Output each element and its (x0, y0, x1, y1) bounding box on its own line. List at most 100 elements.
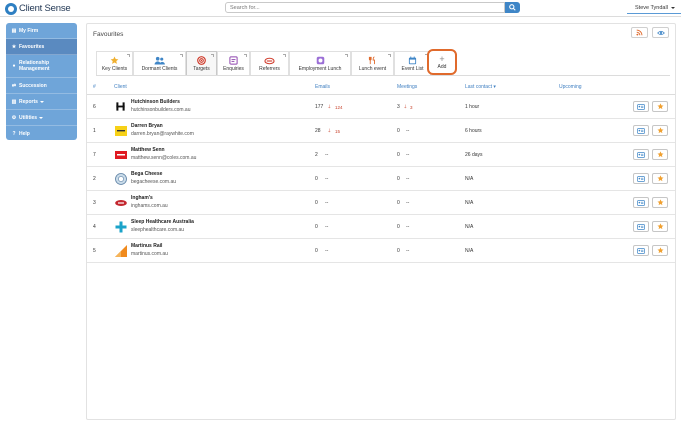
tab-divider (96, 75, 670, 76)
tab-label: Lunch event (358, 66, 387, 72)
handshake-icon (264, 56, 275, 65)
app-logo[interactable]: Client Sense (5, 2, 71, 15)
favourite-button[interactable] (652, 101, 668, 112)
sidebar-item-my-firm[interactable]: ▤ My Firm (6, 23, 77, 39)
calendar-icon (408, 56, 417, 65)
client-name[interactable]: Ingham's (131, 195, 153, 201)
meeting-count: 3 (397, 104, 400, 110)
external-link-icon (244, 54, 247, 57)
tab-lunch-event[interactable]: Lunch event (351, 51, 394, 75)
client-name[interactable]: Bega Cheese (131, 171, 162, 177)
rss-icon (636, 29, 643, 36)
favourite-button[interactable] (652, 245, 668, 256)
table-row[interactable]: 6 Hutchinson Builders hutchinsonbuilders… (87, 95, 675, 119)
tab-targets[interactable]: Targets (186, 51, 217, 75)
sidebar-item-utilities[interactable]: ⚙ Utilities (6, 110, 77, 126)
favourite-button[interactable] (652, 221, 668, 232)
rss-button[interactable] (631, 27, 648, 38)
last-contact: 6 hours (465, 128, 482, 134)
tab-key-clients[interactable]: Key Clients (96, 51, 133, 75)
page-title: Favourites (93, 31, 124, 38)
contact-card-button[interactable] (633, 125, 649, 136)
user-name: Steve Tyndall (635, 5, 668, 11)
sidebar-item-relationship-management[interactable]: ● Relationship Management (6, 55, 77, 78)
meeting-delta: 3 (410, 104, 413, 110)
meeting-count: 0 (397, 248, 400, 254)
client-name[interactable]: Martinus Rail (131, 243, 162, 249)
sidebar-item-reports[interactable]: ▥ Reports (6, 94, 77, 110)
column-header-emails[interactable]: Emails (315, 84, 330, 90)
column-header-client[interactable]: Client (114, 84, 127, 90)
table-row[interactable]: 1 Darren Bryan darren.bryan@raywhite.com… (87, 119, 675, 143)
sidebar-item-favourites[interactable]: ★ Favourites (6, 39, 77, 55)
user-menu[interactable]: Steve Tyndall (627, 3, 681, 14)
tab-employment-lunch[interactable]: Employment Lunch (289, 51, 351, 75)
client-domain: matthew.senn@coles.com.au (131, 155, 197, 161)
client-domain: hutchinsonbuilders.com.au (131, 107, 191, 113)
contact-card-button[interactable] (633, 197, 649, 208)
table-row[interactable]: 2 Bega Cheese begacheese.com.au 0 -- 0 -… (87, 167, 675, 191)
arrow-down-icon: 🡓 (328, 104, 331, 110)
favourite-button[interactable] (652, 149, 668, 160)
client-domain: begacheese.com.au (131, 179, 177, 185)
email-delta: 124 (335, 104, 343, 110)
email-count: 28 (315, 128, 321, 134)
client-domain: darren.bryan@raywhite.com (131, 131, 194, 137)
contact-card-button[interactable] (633, 101, 649, 112)
contact-card-button[interactable] (633, 245, 649, 256)
table-row[interactable]: 5 Martinus Rail martinus.com.au 0 -- 0 -… (87, 239, 675, 263)
last-contact: N/A (465, 200, 474, 206)
search-icon (509, 4, 516, 11)
add-tab-button[interactable]: + Add (427, 49, 457, 75)
client-name[interactable]: Sleep Healthcare Australia (131, 219, 194, 225)
search-input[interactable] (225, 2, 505, 13)
view-button[interactable] (652, 27, 669, 38)
external-link-icon (345, 54, 348, 57)
arrow-down-icon: 🡓 (328, 128, 331, 134)
sidebar-item-succession[interactable]: ⇄ Succession (6, 78, 77, 94)
column-header-upcoming[interactable]: Upcoming (559, 84, 582, 90)
star-icon (656, 247, 664, 254)
contact-card-button[interactable] (633, 173, 649, 184)
tab-event-list[interactable]: Event List (394, 51, 431, 75)
logo-icon (5, 2, 17, 15)
favourite-button[interactable] (652, 197, 668, 208)
contact-card-button[interactable] (633, 149, 649, 160)
favourite-button[interactable] (652, 173, 668, 184)
tab-label: Enquiries (223, 66, 244, 72)
contact-card-icon (637, 127, 645, 134)
email-count: 177 (315, 104, 324, 110)
column-header-last-contact[interactable]: Last contact ▾ (465, 84, 496, 90)
meeting-count: 0 (397, 200, 400, 206)
column-header-number: # (93, 84, 96, 90)
sidebar-item-help[interactable]: ? Help (6, 126, 77, 142)
tab-enquiries[interactable]: Enquiries (217, 51, 250, 75)
tab-dormant-clients[interactable]: Dormant Clients (133, 51, 186, 75)
contact-card-icon (637, 103, 645, 110)
client-domain: martinus.com.au (131, 251, 168, 257)
meeting-delta: -- (406, 152, 410, 158)
favourite-button[interactable] (652, 125, 668, 136)
search-button[interactable] (505, 2, 520, 13)
star-icon (656, 223, 664, 230)
client-name[interactable]: Darren Bryan (131, 123, 163, 129)
column-header-meetings[interactable]: Meetings (397, 84, 417, 90)
tab-referrers[interactable]: Referrers (250, 51, 289, 75)
email-count: 0 (315, 224, 318, 230)
sidebar-item-label: Succession (19, 82, 47, 89)
table-row[interactable]: 4 Sleep Healthcare Australia sleephealth… (87, 215, 675, 239)
client-domain: sleephealthcare.com.au (131, 227, 185, 233)
chevron-down-icon (39, 100, 44, 103)
row-number: 6 (93, 104, 96, 110)
arrow-down-icon: 🡓 (404, 104, 407, 110)
sidebar-item-label: My Firm (19, 27, 39, 34)
table-row[interactable]: 3 Ingham's inghams.com.au 0 -- 0 -- N/A (87, 191, 675, 215)
meeting-delta: -- (406, 128, 410, 134)
email-delta: -- (325, 200, 329, 206)
table-row[interactable]: 7 Matthew Senn matthew.senn@coles.com.au… (87, 143, 675, 167)
client-name[interactable]: Matthew Senn (131, 147, 165, 153)
client-name[interactable]: Hutchinson Builders (131, 99, 180, 105)
contact-card-button[interactable] (633, 221, 649, 232)
lunch-icon (316, 56, 325, 65)
row-number: 4 (93, 224, 96, 230)
